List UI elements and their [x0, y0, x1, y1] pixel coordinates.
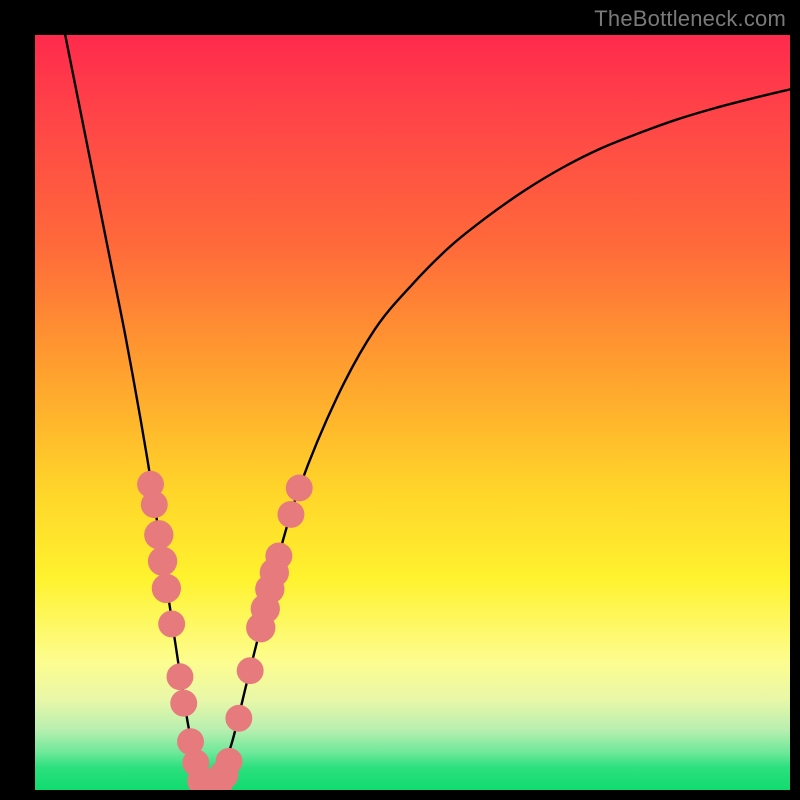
scatter-dot [170, 690, 197, 717]
scatter-dot [277, 501, 304, 528]
scatter-dot [265, 542, 292, 569]
scatter-points [137, 471, 313, 790]
chart-stage: TheBottleneck.com [0, 0, 800, 800]
curve-layer [35, 35, 790, 790]
scatter-dot [216, 748, 243, 775]
scatter-dot [158, 610, 185, 637]
scatter-dot [144, 520, 173, 549]
watermark-text: TheBottleneck.com [594, 6, 786, 32]
scatter-dot [152, 574, 181, 603]
scatter-dot [225, 705, 252, 732]
scatter-dot [237, 657, 264, 684]
scatter-dot [167, 663, 194, 690]
scatter-dot [148, 547, 177, 576]
plot-area [35, 35, 790, 790]
scatter-dot [141, 491, 168, 518]
scatter-dot [286, 475, 313, 502]
